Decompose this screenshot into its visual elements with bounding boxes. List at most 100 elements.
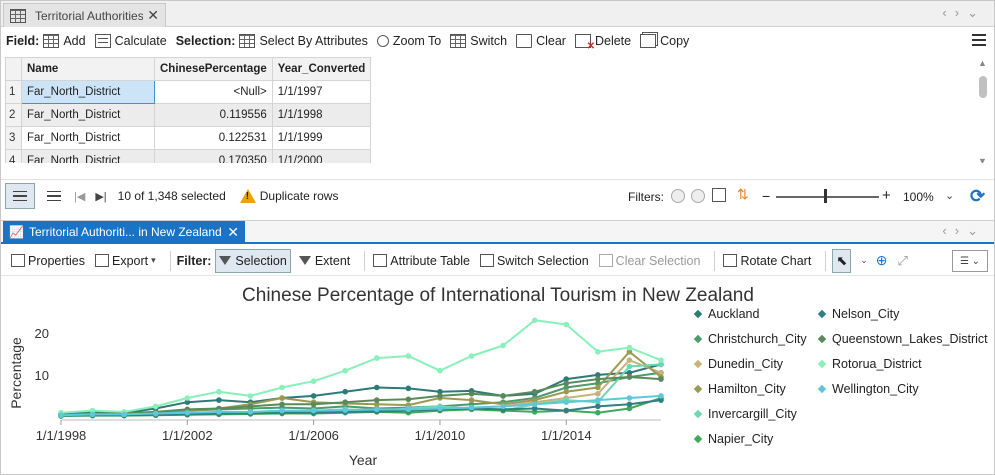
- table-row[interactable]: 3 Far_North_District 0.122531 1/1/1999: [5, 126, 372, 150]
- legend-item[interactable]: Christchurch_City: [692, 332, 807, 346]
- legend-item[interactable]: Dunedin_City: [692, 357, 783, 371]
- line-chart-icon: 📈: [9, 225, 24, 239]
- scroll-up-icon[interactable]: ▲: [978, 58, 987, 68]
- close-icon[interactable]: ✕: [147, 7, 159, 24]
- add-field-button[interactable]: Add: [43, 34, 86, 48]
- cell-name[interactable]: Far_North_District: [21, 149, 155, 163]
- row-number[interactable]: 2: [5, 103, 22, 127]
- refresh-icon[interactable]: ⟳: [970, 186, 985, 207]
- zoom-out-icon[interactable]: −: [762, 188, 770, 204]
- legend-button[interactable]: ☰ ⌄: [952, 250, 988, 272]
- tab-territorial-authorities[interactable]: Territorial Authorities ✕: [3, 3, 166, 27]
- copy-button[interactable]: Copy: [640, 34, 689, 48]
- show-all-records-button[interactable]: [5, 183, 35, 209]
- legend-item[interactable]: Invercargill_City: [692, 407, 797, 421]
- select-by-attributes-button[interactable]: Select By Attributes: [239, 34, 368, 48]
- table-filter-icon[interactable]: [712, 188, 726, 202]
- cell-chinese-percentage[interactable]: 0.119556: [154, 103, 273, 127]
- cell-chinese-percentage[interactable]: 0.122531: [154, 126, 273, 150]
- legend-item[interactable]: Hamilton_City: [692, 382, 786, 396]
- legend-item[interactable]: Nelson_City: [816, 307, 899, 321]
- field-order-icon[interactable]: ⇅: [737, 186, 749, 203]
- cell-year-converted[interactable]: 1/1/2000: [271, 149, 372, 163]
- legend-label: Wellington_City: [832, 382, 919, 396]
- rotate-chart-button[interactable]: Rotate Chart: [721, 249, 813, 273]
- cell-year-converted[interactable]: 1/1/1998: [271, 103, 372, 127]
- chevron-right-icon[interactable]: ›: [955, 223, 967, 238]
- legend-item[interactable]: Queenstown_Lakes_District: [816, 332, 988, 346]
- zoom-level[interactable]: 100%: [903, 190, 934, 204]
- legend-item[interactable]: Napier_City: [692, 432, 773, 446]
- cell-name[interactable]: Far_North_District: [21, 126, 155, 150]
- cell-name[interactable]: Far_North_District: [21, 80, 155, 104]
- cell-year-converted[interactable]: 1/1/1999: [271, 126, 372, 150]
- column-header-name[interactable]: Name: [21, 57, 155, 81]
- legend-toggle[interactable]: ☰ ⌄: [952, 250, 988, 272]
- data-point: [373, 355, 380, 361]
- select-tool-dropdown-icon[interactable]: ⌄: [860, 255, 868, 266]
- full-extent-icon[interactable]: ⤢: [898, 253, 908, 269]
- calculate-button[interactable]: Calculate: [94, 34, 167, 48]
- scroll-down-icon[interactable]: ▼: [978, 156, 987, 163]
- filter-label: Filter:: [176, 253, 212, 268]
- extent-filter-icon[interactable]: [671, 189, 685, 203]
- selection-filter-icon[interactable]: [691, 189, 705, 203]
- chevron-down-icon[interactable]: ⌄: [967, 223, 986, 238]
- select-tool-button[interactable]: ⬉: [832, 248, 852, 273]
- table-tab-strip: Territorial Authorities ✕ ‹›⌄: [1, 1, 994, 27]
- cell-year-converted[interactable]: 1/1/1997: [271, 80, 372, 104]
- delete-icon: [574, 34, 595, 52]
- zoom-in-icon[interactable]: +: [882, 187, 891, 204]
- chevron-left-icon[interactable]: ‹: [942, 5, 954, 20]
- last-record-icon[interactable]: ▶|: [95, 190, 106, 203]
- filter-selection-button[interactable]: Selection: [215, 248, 291, 273]
- row-number[interactable]: 4: [5, 149, 22, 163]
- column-header-chinese-percentage[interactable]: ChinesePercentage: [154, 57, 273, 81]
- chevron-left-icon[interactable]: ‹: [942, 223, 954, 238]
- legend-item[interactable]: Wellington_City: [816, 382, 919, 396]
- show-selected-records-button[interactable]: [39, 183, 69, 209]
- zoom-to-button[interactable]: Zoom To: [376, 34, 441, 48]
- clear-icon: [516, 34, 533, 48]
- zoom-slider-track[interactable]: [776, 196, 879, 198]
- zoom-slider-thumb[interactable]: [824, 189, 827, 203]
- properties-button[interactable]: Properties: [9, 249, 87, 273]
- delete-button[interactable]: Delete: [574, 34, 631, 52]
- cell-name[interactable]: Far_North_District: [21, 103, 155, 127]
- data-point: [279, 407, 285, 414]
- table-row[interactable]: 1 Far_North_District <Null> 1/1/1997: [5, 80, 372, 104]
- tab-nav-arrows[interactable]: ‹›⌄: [942, 5, 986, 21]
- table-row[interactable]: 2 Far_North_District 0.119556 1/1/1998: [5, 103, 372, 127]
- cell-chinese-percentage[interactable]: 0.170350: [154, 149, 273, 163]
- filter-extent-button[interactable]: Extent: [297, 249, 352, 273]
- legend-item[interactable]: Rotorua_District: [816, 357, 922, 371]
- switch-label: Switch: [470, 34, 508, 48]
- row-number[interactable]: 1: [5, 80, 22, 104]
- clear-button[interactable]: Clear: [516, 34, 566, 48]
- close-icon[interactable]: ✕: [227, 224, 239, 241]
- clear-selection-button[interactable]: Clear Selection: [597, 249, 703, 273]
- tab-chart[interactable]: 📈 Territorial Authoriti... in New Zealan…: [3, 221, 245, 243]
- table-vertical-scrollbar[interactable]: ▲ ▼: [978, 58, 988, 163]
- zoom-in-icon[interactable]: ⊕: [876, 252, 888, 269]
- select-all-corner[interactable]: [5, 57, 22, 81]
- row-number[interactable]: 3: [5, 126, 22, 150]
- legend-item[interactable]: Auckland: [692, 307, 759, 321]
- cell-chinese-percentage[interactable]: <Null>: [154, 80, 273, 104]
- chevron-down-icon[interactable]: ⌄: [967, 5, 986, 20]
- menu-icon[interactable]: [972, 34, 986, 46]
- switch-selection-button[interactable]: Switch Selection: [478, 249, 591, 273]
- chart-tab-nav-arrows[interactable]: ‹›⌄: [942, 223, 986, 239]
- table-row[interactable]: 4 Far_North_District 0.170350 1/1/2000: [5, 149, 372, 163]
- switch-button[interactable]: Switch: [450, 34, 507, 48]
- chevron-right-icon[interactable]: ›: [955, 5, 967, 20]
- scroll-thumb[interactable]: [979, 76, 987, 98]
- first-record-icon[interactable]: |◀: [74, 190, 85, 203]
- legend-marker: [693, 309, 703, 319]
- clear-selection-label: Clear Selection: [615, 253, 701, 268]
- export-button[interactable]: Export ▾: [93, 249, 158, 273]
- column-header-year-converted[interactable]: Year_Converted: [271, 57, 372, 81]
- attribute-table-button[interactable]: Attribute Table: [371, 249, 472, 273]
- duplicate-rows-label[interactable]: Duplicate rows: [260, 189, 339, 203]
- zoom-dropdown-icon[interactable]: ⌄: [945, 189, 954, 202]
